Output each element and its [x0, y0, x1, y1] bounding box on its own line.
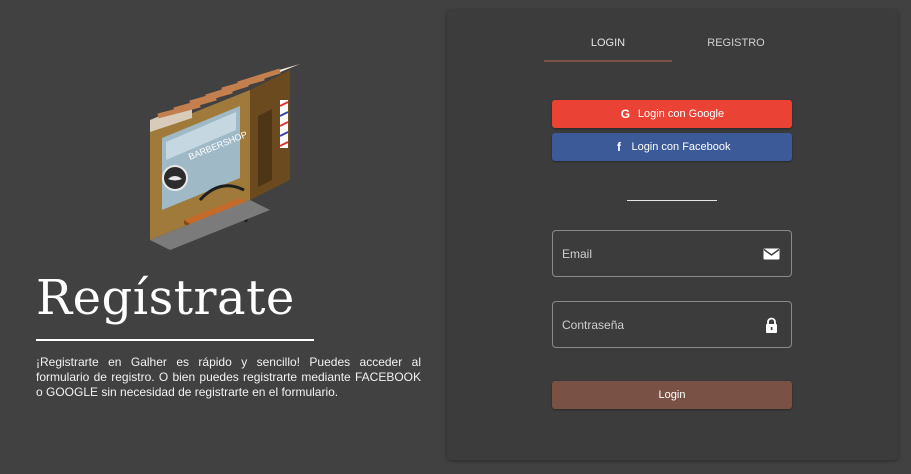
hero-section: BARBERSHOP Regístrate ¡Registrarte en Ga… [0, 0, 446, 474]
google-login-button[interactable]: G Login con Google [552, 100, 792, 128]
barbershop-illustration: BARBERSHOP [150, 64, 300, 250]
facebook-login-button[interactable]: f Login con Facebook [552, 133, 792, 161]
facebook-icon: f [616, 140, 621, 154]
facebook-login-label: Login con Facebook [631, 141, 731, 153]
tab-login[interactable]: LOGIN [544, 32, 672, 62]
login-panel: LOGIN REGISTRO G Login con Google f Logi… [447, 10, 898, 460]
title-underline [36, 339, 314, 341]
hero-description: ¡Registrarte en Galher es rápido y senci… [36, 355, 421, 399]
lock-icon [766, 317, 777, 333]
page-title: Regístrate [36, 270, 295, 326]
active-tab-indicator [544, 60, 672, 62]
password-field[interactable] [553, 302, 791, 347]
divider [627, 200, 717, 201]
envelope-icon [763, 248, 780, 260]
password-field-wrapper [552, 301, 792, 348]
google-icon: G [620, 107, 631, 121]
google-login-label: Login con Google [637, 108, 725, 120]
email-field[interactable] [553, 231, 791, 276]
tab-registro[interactable]: REGISTRO [672, 32, 800, 62]
login-submit-button[interactable]: Login [552, 381, 792, 409]
email-field-wrapper [552, 230, 792, 277]
auth-tabs: LOGIN REGISTRO [544, 32, 800, 62]
